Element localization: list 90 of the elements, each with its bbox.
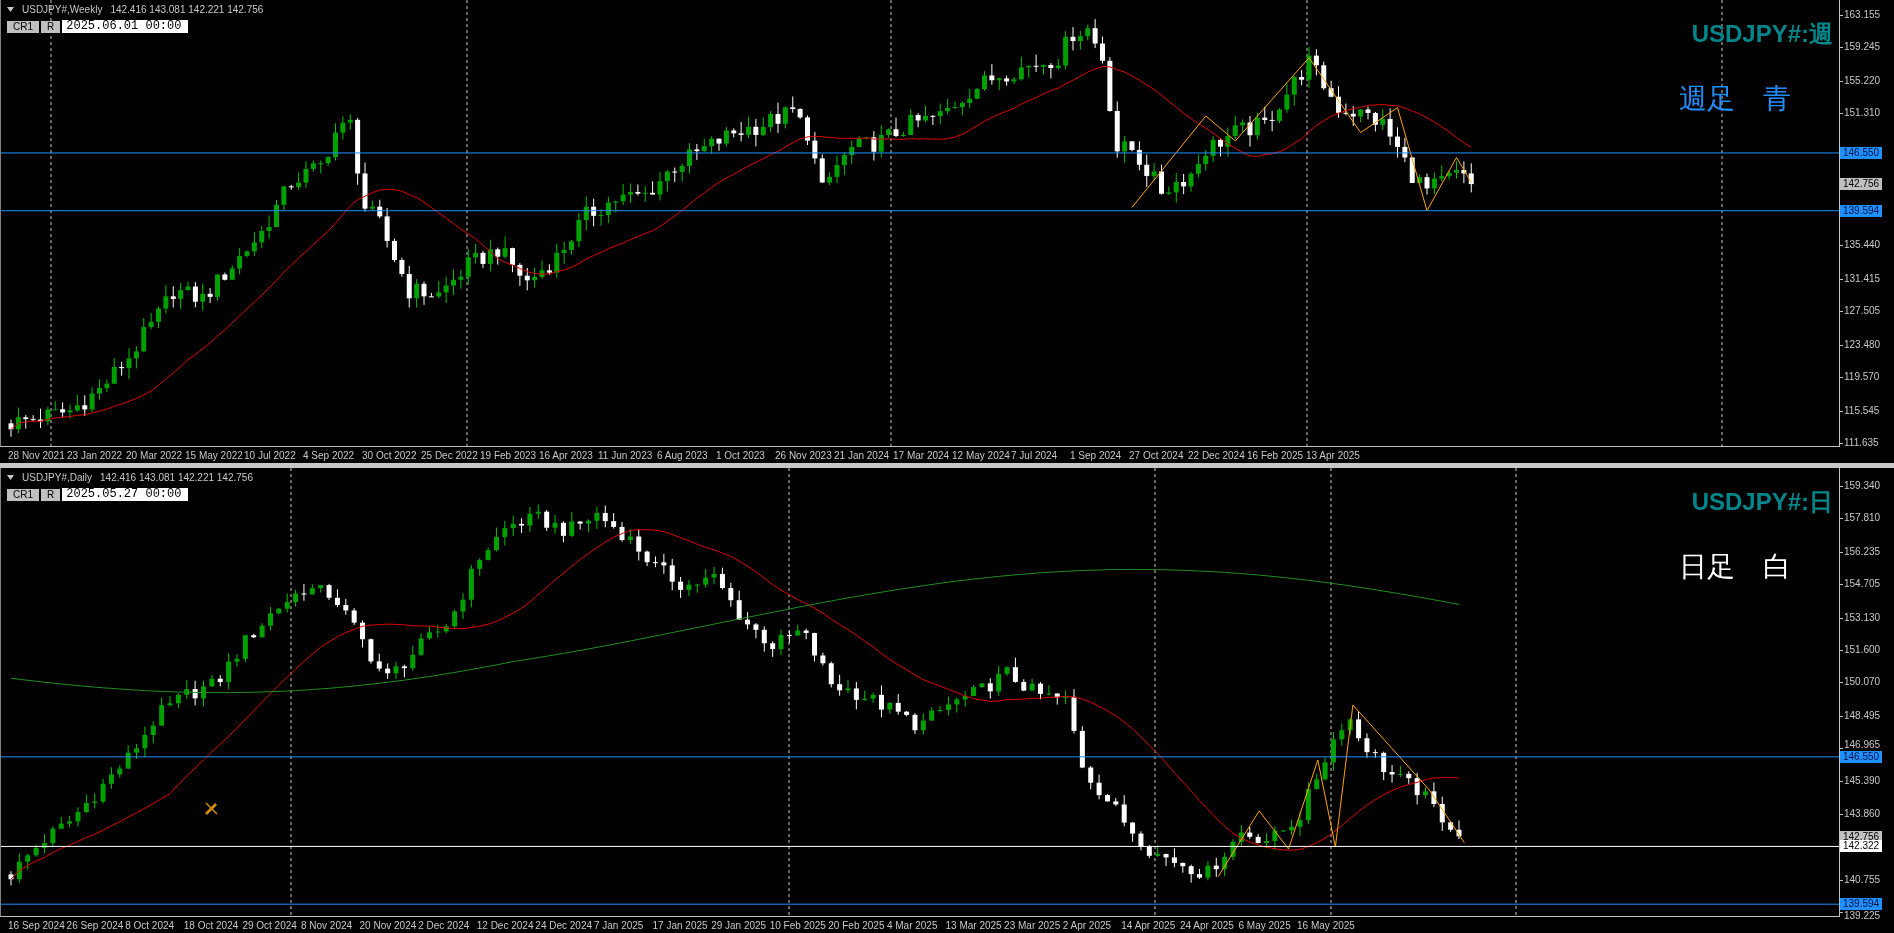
date-axis-label: 10 Jul 2022 xyxy=(244,448,297,463)
toolbar-button[interactable]: R xyxy=(41,488,61,501)
date-axis-label: 8 Nov 2024 xyxy=(300,918,354,933)
date-axis-label: 19 Feb 2023 xyxy=(480,448,538,463)
price-axis-label: 135.440 xyxy=(1844,239,1881,252)
chart-note: 日足 白 xyxy=(1679,550,1791,584)
date-axis-label: 11 Jun 2023 xyxy=(598,448,654,463)
price-level-tag: 139.594 xyxy=(1840,898,1883,911)
date-axis-label: 6 May 2025 xyxy=(1238,918,1292,933)
date-axis-label: 20 Feb 2025 xyxy=(828,918,886,933)
date-axis-label: 1 Oct 2023 xyxy=(716,448,766,463)
date-axis-label: 16 Apr 2023 xyxy=(539,448,594,463)
price-axis-label: 153.130 xyxy=(1844,611,1881,624)
symbol-label: USDJPY#,Daily xyxy=(22,471,93,485)
price-axis-label: 150.070 xyxy=(1844,676,1881,689)
chart-label: USDJPY#:週 xyxy=(1691,19,1833,49)
price-axis-label: 148.495 xyxy=(1844,709,1881,722)
date-axis-label: 16 Sep 2024 xyxy=(8,918,66,933)
date-axis-label: 20 Nov 2024 xyxy=(359,918,418,933)
date-axis-label: 13 Apr 2025 xyxy=(1306,448,1361,463)
date-axis-label: 24 Apr 2025 xyxy=(1179,918,1235,933)
date-axis-label: 12 May 2024 xyxy=(952,448,1011,463)
toolbar-button[interactable]: R xyxy=(41,20,61,33)
price-level-tag: 146.550 xyxy=(1840,750,1883,763)
date-axis-label: 25 Dec 2022 xyxy=(421,448,479,463)
date-axis-label: 26 Sep 2024 xyxy=(66,918,125,933)
date-axis-label: 4 Mar 2025 xyxy=(886,918,939,933)
date-axis-label: 8 Oct 2024 xyxy=(125,918,176,933)
date-axis-label: 30 Oct 2022 xyxy=(362,448,418,463)
date-axis-label: 15 May 2022 xyxy=(185,448,244,463)
date-axis-label: 22 Dec 2024 xyxy=(1188,448,1246,463)
price-level-tag: 139.594 xyxy=(1840,204,1883,217)
price-axis-label: 111.635 xyxy=(1844,437,1879,449)
price-axis-label: 159.340 xyxy=(1844,480,1881,492)
date-axis-label: 17 Jan 2025 xyxy=(652,918,709,933)
date-axis-label: 20 Mar 2022 xyxy=(126,448,184,463)
ohlc-values: 142.416 143.081 142.221 142.756 xyxy=(100,471,253,485)
price-axis-label: 119.570 xyxy=(1844,371,1880,384)
price-axis-label: 115.545 xyxy=(1844,404,1880,417)
price-axis-label: 146.965 xyxy=(1844,738,1881,751)
price-axis-label: 156.235 xyxy=(1844,545,1881,558)
price-axis-label: 151.600 xyxy=(1844,643,1881,656)
date-axis-label: 18 Oct 2024 xyxy=(183,918,240,933)
date-axis-label: 2 Dec 2024 xyxy=(418,918,471,933)
date-axis-label: 29 Jan 2025 xyxy=(711,918,768,933)
date-axis-label: 12 Dec 2024 xyxy=(476,918,535,933)
date-axis-label: 16 May 2025 xyxy=(1297,918,1356,933)
date-axis-label: 6 Aug 2023 xyxy=(657,448,709,463)
toolbar-button[interactable]: CR1 xyxy=(7,20,39,33)
price-axis-label: 157.810 xyxy=(1844,512,1881,525)
date-axis-label: 29 Oct 2024 xyxy=(242,918,298,933)
date-axis-label: 23 Jan 2022 xyxy=(67,448,124,463)
datetime-field[interactable]: 2025.05.27 00:00 xyxy=(62,488,189,501)
ohlc-values: 142.416 143.081 142.221 142.756 xyxy=(110,3,264,17)
price-axis-label: 123.480 xyxy=(1844,338,1881,351)
price-axis-label: 154.705 xyxy=(1844,578,1881,591)
date-axis-label: 21 Jan 2024 xyxy=(834,448,891,463)
date-axis-label: 7 Jul 2024 xyxy=(1011,448,1059,463)
price-axis-label: 159.245 xyxy=(1844,41,1881,54)
date-axis-label: 2 Apr 2025 xyxy=(1062,918,1113,933)
price-axis-label: 139.225 xyxy=(1844,910,1881,923)
date-axis-label: 7 Jan 2025 xyxy=(593,918,645,933)
price-level-tag: 146.550 xyxy=(1840,146,1883,159)
date-axis-label: 1 Sep 2024 xyxy=(1070,448,1123,463)
date-axis-label: 23 Mar 2025 xyxy=(1004,918,1062,933)
date-axis-label: 24 Dec 2024 xyxy=(535,918,594,933)
price-axis-label: 127.505 xyxy=(1844,305,1881,318)
price-axis-label: 131.415 xyxy=(1844,272,1881,285)
date-axis-label: 10 Feb 2025 xyxy=(769,918,827,933)
price-axis-label: 145.390 xyxy=(1844,775,1881,788)
date-axis-label: 14 Apr 2025 xyxy=(1121,918,1177,933)
price-axis-label: 140.755 xyxy=(1844,873,1881,886)
toolbar-button[interactable]: CR1 xyxy=(7,488,39,501)
date-axis-label: 4 Sep 2022 xyxy=(303,448,356,463)
date-axis-label: 13 Mar 2025 xyxy=(945,918,1003,933)
price-axis-label: 151.310 xyxy=(1844,107,1881,120)
chart-label: USDJPY#:日 xyxy=(1691,487,1833,517)
date-axis-label: 17 Mar 2024 xyxy=(893,448,951,463)
price-axis-label: 163.155 xyxy=(1844,9,1881,21)
datetime-field[interactable]: 2025.06.01 00:00 xyxy=(62,20,189,33)
price-axis-label: 155.220 xyxy=(1844,74,1881,87)
chart-note: 週足 青 xyxy=(1679,82,1791,116)
price-axis-label: 143.860 xyxy=(1844,807,1881,820)
date-axis-label: 16 Feb 2025 xyxy=(1247,448,1305,463)
symbol-label: USDJPY#,Weekly xyxy=(22,3,103,17)
date-axis-label: 28 Nov 2021 xyxy=(8,448,66,463)
date-axis-label: 26 Nov 2023 xyxy=(775,448,833,463)
price-level-tag: 142.322 xyxy=(1840,840,1883,853)
bid-price-tag: 142.756 xyxy=(1840,178,1883,191)
date-axis-label: 27 Oct 2024 xyxy=(1129,448,1185,463)
